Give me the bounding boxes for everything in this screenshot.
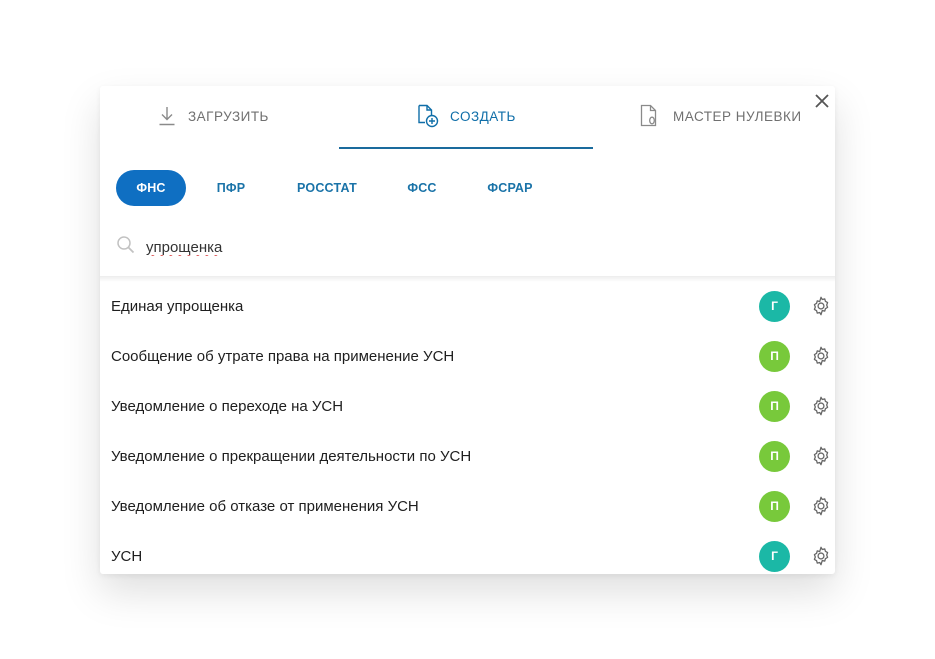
list-item-title: Уведомление о прекращении деятельности п… (111, 447, 472, 465)
tab-create[interactable]: СОЗДАТЬ (416, 96, 516, 136)
tab-zero-report-wizard[interactable]: МАСТЕР НУЛЕВКИ (640, 96, 802, 136)
tab-create-label: СОЗДАТЬ (450, 108, 516, 124)
list-item[interactable]: УСН Г (100, 531, 835, 581)
results-list: Единая упрощенка Г Сообщение об утрате п… (100, 281, 835, 581)
tab-upload-label: ЗАГРУЗИТЬ (188, 108, 269, 124)
gear-icon[interactable] (810, 395, 832, 417)
list-item[interactable]: Единая упрощенка Г (100, 281, 835, 331)
gear-icon[interactable] (810, 495, 832, 517)
search-bar (116, 231, 816, 263)
list-item-title: Уведомление о переходе на УСН (111, 397, 344, 415)
close-button[interactable] (812, 93, 832, 113)
search-input[interactable] (146, 238, 646, 256)
gear-icon[interactable] (810, 295, 832, 317)
list-item[interactable]: Уведомление о прекращении деятельности п… (100, 431, 835, 481)
status-badge: П (759, 490, 790, 522)
chip-fss[interactable]: ФСС (399, 170, 445, 206)
tab-zero-report-label: МАСТЕР НУЛЕВКИ (673, 108, 802, 124)
tab-bar: ЗАГРУЗИТЬ СОЗДАТЬ МАСТЕР НУЛЕВКИ (100, 86, 835, 150)
chip-fns[interactable]: ФНС (116, 170, 186, 206)
gear-icon[interactable] (810, 445, 832, 467)
chip-pfr[interactable]: ПФР (206, 170, 256, 206)
gear-icon[interactable] (810, 345, 832, 367)
chip-rosstat[interactable]: РОССТАТ (288, 170, 366, 206)
chip-fsrar[interactable]: ФСРАР (478, 170, 542, 206)
list-item[interactable]: Уведомление о переходе на УСН П (100, 381, 835, 431)
create-document-icon (416, 104, 440, 128)
tab-upload[interactable]: ЗАГРУЗИТЬ (158, 96, 269, 136)
zero-report-icon (640, 104, 660, 128)
list-item[interactable]: Уведомление об отказе от применения УСН … (100, 481, 835, 531)
list-item[interactable]: Сообщение об утрате права на применение … (100, 331, 835, 381)
close-icon (815, 93, 829, 113)
download-icon (158, 106, 176, 126)
list-item-title: Единая упрощенка (111, 297, 244, 315)
status-badge: Г (759, 540, 790, 572)
list-item-title: Уведомление об отказе от применения УСН (111, 497, 419, 515)
status-badge: П (759, 390, 790, 422)
status-badge: Г (759, 290, 790, 322)
list-item-title: Сообщение об утрате права на применение … (111, 347, 455, 365)
status-badge: П (759, 440, 790, 472)
active-tab-indicator (339, 147, 593, 149)
gear-icon[interactable] (810, 545, 832, 567)
status-badge: П (759, 340, 790, 372)
list-item-title: УСН (111, 547, 143, 565)
create-report-dialog: ЗАГРУЗИТЬ СОЗДАТЬ МАСТЕР НУЛЕВКИ ФНС ПФР… (100, 86, 835, 574)
search-icon (116, 235, 136, 260)
